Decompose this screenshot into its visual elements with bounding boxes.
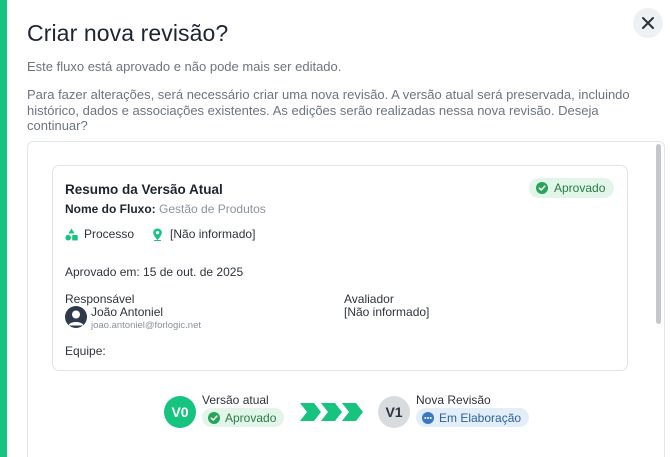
evaluator-value: [Não informado] (344, 305, 430, 319)
flow-name-label: Nome do Fluxo: (65, 202, 156, 216)
responsible-email: joao.antoniel@forlogic.net (91, 320, 201, 331)
ellipsis-circle-icon (422, 411, 434, 424)
process-shapes-icon (65, 228, 78, 240)
next-version-status: Em Elaboração (416, 408, 530, 427)
flow-name: Nome do Fluxo: Gestão de Produtos (65, 202, 266, 216)
flow-type-label: Processo (84, 227, 135, 241)
flow-type: Processo (65, 227, 134, 241)
team-label: Equipe: (65, 344, 106, 358)
dialog-subtitle: Este fluxo está aprovado e não pode mais… (27, 59, 342, 74)
next-version-status-label: Em Elaboração (439, 410, 522, 425)
approved-date: Aprovado em: 15 de out. de 2025 (65, 265, 244, 279)
evaluator-label: Avaliador (344, 292, 394, 306)
next-version-label: Nova Revisão (416, 393, 491, 407)
location-pin-icon (153, 228, 162, 241)
user-avatar-icon (68, 310, 84, 326)
flow-name-value: Gestão de Produtos (159, 202, 266, 216)
flow-location-label: [Não informado] (170, 227, 256, 241)
current-version-summary-card: Resumo da Versão Atual Aprovado Nome do … (52, 165, 628, 371)
current-version-status: Aprovado (202, 408, 285, 427)
check-circle-icon (208, 411, 220, 424)
close-button[interactable] (633, 8, 663, 38)
current-version-status-label: Aprovado (225, 410, 277, 425)
dialog-description: Para fazer alterações, será necessário c… (27, 87, 630, 133)
accent-bar (0, 0, 7, 457)
check-circle-icon (536, 182, 548, 194)
avatar (65, 306, 87, 328)
dialog-scroll-area[interactable]: Resumo da Versão Atual Aprovado Nome do … (27, 141, 665, 457)
flow-location: [Não informado] (151, 227, 255, 241)
summary-title: Resumo da Versão Atual (65, 182, 223, 197)
next-version-badge: V1 (378, 396, 410, 428)
status-badge-label: Aprovado (554, 181, 606, 195)
status-badge: Aprovado (529, 178, 615, 198)
dialog-title: Criar nova revisão? (27, 20, 229, 46)
version-transition: V0 Versão atual Aprovado V1 Nova Revisão (28, 392, 664, 432)
responsible-label: Responsável (65, 292, 135, 306)
current-version-label: Versão atual (202, 393, 269, 407)
close-icon (642, 17, 654, 29)
flow-meta-row: Processo [Não informado] (65, 227, 272, 241)
responsible-name: João Antoniel (91, 305, 164, 319)
scrollbar-thumb[interactable] (656, 144, 661, 324)
create-revision-dialog: Criar nova revisão? Este fluxo está apro… (7, 0, 670, 457)
current-version-badge: V0 (164, 396, 196, 428)
chevron-arrows-icon (300, 403, 363, 421)
